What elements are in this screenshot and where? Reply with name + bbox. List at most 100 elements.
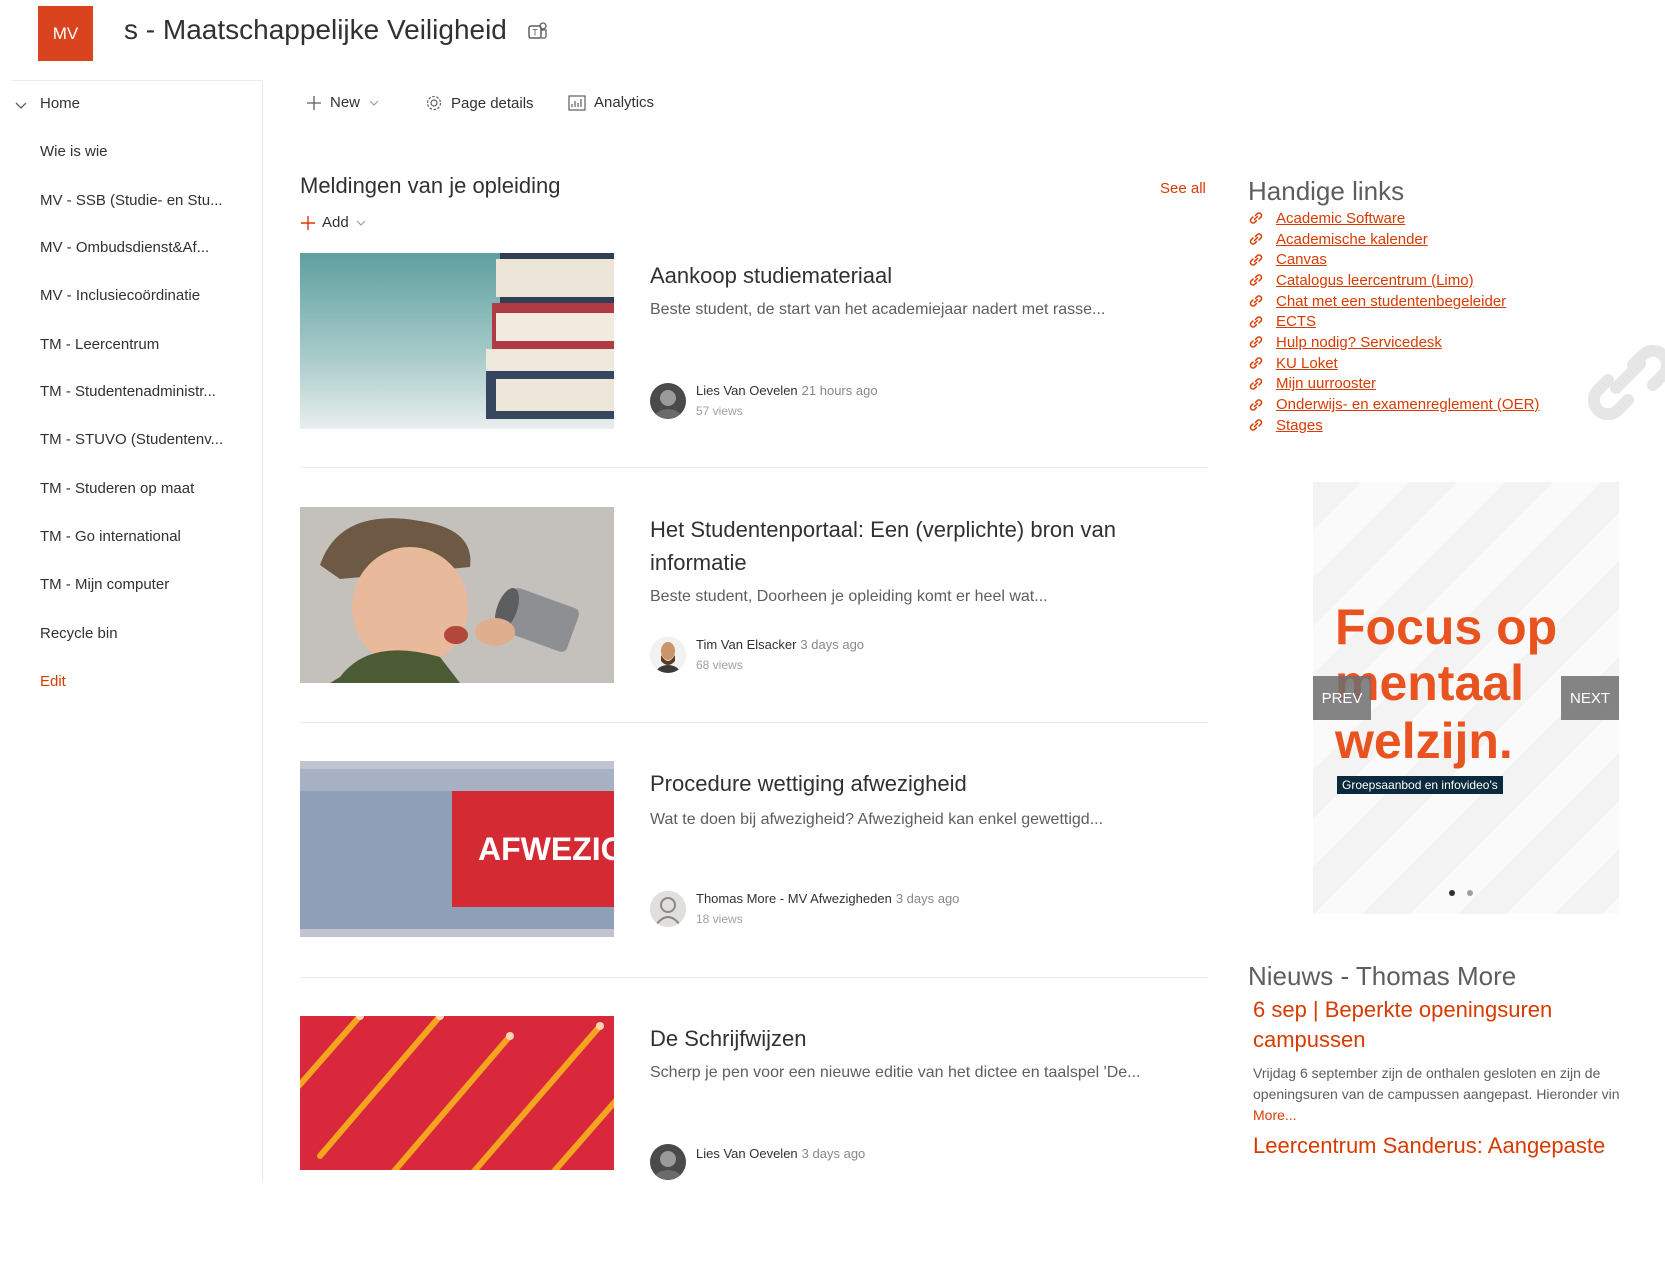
carousel-next-button[interactable]: NEXT xyxy=(1561,676,1619,720)
link-icon xyxy=(1249,254,1263,266)
carousel-headline-line1: Focus op xyxy=(1335,599,1558,655)
add-news-button[interactable]: Add xyxy=(300,214,367,231)
nav-edit-link[interactable]: Edit xyxy=(40,673,66,690)
carousel-prev-button[interactable]: PREV xyxy=(1313,676,1371,720)
analytics-button[interactable]: Analytics xyxy=(568,94,654,111)
link-watermark-icon xyxy=(1587,344,1665,420)
quicklink-item[interactable]: KU Loket xyxy=(1248,353,1539,374)
site-logo[interactable]: MV xyxy=(38,6,93,61)
quicklink-label[interactable]: Onderwijs- en examenreglement (OER) xyxy=(1276,396,1539,413)
news-title[interactable]: Het Studentenportaal: Een (verplichte) b… xyxy=(650,513,1170,579)
carousel-dot-active[interactable] xyxy=(1449,890,1455,896)
see-all-link[interactable]: See all xyxy=(1160,180,1206,197)
quicklink-item[interactable]: Canvas xyxy=(1248,249,1539,270)
link-icon xyxy=(1249,274,1263,287)
quicklink-label[interactable]: Hulp nodig? Servicedesk xyxy=(1276,334,1442,351)
author-name: Thomas More - MV Afwezigheden xyxy=(696,891,892,906)
chevron-down-icon xyxy=(356,220,366,226)
author-name: Tim Van Elsacker xyxy=(696,637,797,652)
plus-icon xyxy=(301,215,315,230)
news-title[interactable]: De Schrijfwijzen xyxy=(650,1022,1170,1055)
quicklink-label[interactable]: Mijn uurrooster xyxy=(1276,375,1376,392)
thumb-text: AFWEZIG xyxy=(478,831,614,867)
link-icon xyxy=(1249,295,1263,307)
link-icon xyxy=(1249,212,1263,225)
left-navigation: Home Wie is wie MV - SSB (Studie- en Stu… xyxy=(12,80,263,1181)
chevron-down-icon xyxy=(369,100,379,106)
news-item[interactable]: Aankoop studiemateriaal Beste student, d… xyxy=(300,253,1208,507)
description-line-2: openingsuren van de campussen aangepast.… xyxy=(1253,1086,1620,1102)
quicklink-item[interactable]: Mijn uurrooster xyxy=(1248,374,1539,395)
nav-item-tm-leercentrum[interactable]: TM - Leercentrum xyxy=(40,336,159,353)
quicklink-item[interactable]: ECTS xyxy=(1248,311,1539,332)
page-details-label: Page details xyxy=(451,94,534,112)
page-details-button[interactable]: Page details xyxy=(425,94,534,112)
external-news-item-title[interactable]: 6 sep | Beperkte openingsuren campussen xyxy=(1253,995,1633,1055)
chevron-down-icon[interactable] xyxy=(14,99,28,113)
quicklinks-title: Handige links xyxy=(1248,176,1405,206)
gear-icon xyxy=(426,95,442,111)
quicklink-item[interactable]: Academische kalender xyxy=(1248,229,1539,250)
nav-item-tm-stuvo[interactable]: TM - STUVO (Studentenv... xyxy=(40,431,223,448)
new-button[interactable]: New xyxy=(306,94,380,111)
nav-item-home[interactable]: Home xyxy=(40,95,80,112)
author-avatar xyxy=(650,383,686,419)
nav-item-recycle-bin[interactable]: Recycle bin xyxy=(40,625,118,642)
carousel-dot[interactable] xyxy=(1467,890,1473,896)
quicklink-label[interactable]: Stages xyxy=(1276,417,1323,434)
divider xyxy=(300,977,1208,978)
description-line-1: Vrijdag 6 september zijn de onthalen ges… xyxy=(1253,1065,1601,1081)
news-item[interactable]: De Schrijfwijzen Scherp je pen voor een … xyxy=(300,1016,1208,1270)
teams-icon[interactable]: T xyxy=(526,20,548,42)
quicklink-label[interactable]: ECTS xyxy=(1276,313,1316,330)
author-name: Lies Van Oevelen xyxy=(696,383,798,398)
quicklink-label[interactable]: Academic Software xyxy=(1276,210,1405,227)
nav-item-mv-inclusiecoordinatie[interactable]: MV - Inclusiecoördinatie xyxy=(40,287,200,304)
quicklink-item[interactable]: Catalogus leercentrum (Limo) xyxy=(1248,270,1539,291)
quicklinks-list: Academic Software Academische kalender C… xyxy=(1248,208,1539,436)
news-time: 21 hours ago xyxy=(801,383,878,398)
quicklink-label[interactable]: KU Loket xyxy=(1276,355,1338,372)
author-avatar-placeholder xyxy=(650,891,686,927)
analytics-label: Analytics xyxy=(594,94,655,111)
quicklink-item[interactable]: Stages xyxy=(1248,415,1539,436)
news-thumbnail-boy-tin-can[interactable] xyxy=(300,507,614,683)
quicklink-item[interactable]: Academic Software xyxy=(1248,208,1539,229)
link-icon xyxy=(1249,233,1263,245)
external-news-more-link[interactable]: More... xyxy=(1253,1107,1297,1123)
nav-item-tm-go-international[interactable]: TM - Go international xyxy=(40,528,181,545)
quicklink-label[interactable]: Academische kalender xyxy=(1276,231,1428,248)
plus-icon xyxy=(307,95,321,110)
quicklink-item[interactable]: Chat met een studentenbegeleider xyxy=(1248,291,1539,312)
add-label: Add xyxy=(322,214,349,231)
nav-item-wie-is-wie[interactable]: Wie is wie xyxy=(40,143,108,160)
news-description: Wat te doen bij afwezigheid? Afwezigheid… xyxy=(650,811,1104,828)
site-title[interactable]: s - Maatschappelijke Veiligheid xyxy=(124,14,507,46)
news-thumbnail-afwezig[interactable]: AFWEZIG xyxy=(300,761,614,937)
image-carousel[interactable]: Focus op mentaal welzijn. Groepsaanbod e… xyxy=(1313,482,1619,914)
quicklink-label[interactable]: Canvas xyxy=(1276,251,1327,268)
quicklink-label[interactable]: Chat met een studentenbegeleider xyxy=(1276,293,1506,310)
svg-text:T: T xyxy=(532,28,538,38)
news-title[interactable]: Aankoop studiemateriaal xyxy=(650,259,1170,292)
nav-item-tm-mijn-computer[interactable]: TM - Mijn computer xyxy=(40,576,169,593)
external-news-item-title[interactable]: Leercentrum Sanderus: Aangepaste xyxy=(1253,1131,1633,1161)
nav-item-mv-ssb[interactable]: MV - SSB (Studie- en Stu... xyxy=(40,192,223,209)
news-time: 3 days ago xyxy=(895,891,960,906)
carousel-pager xyxy=(1449,890,1473,896)
nav-item-tm-studentenadministratie[interactable]: TM - Studentenadministr... xyxy=(40,383,216,400)
quicklink-item[interactable]: Hulp nodig? Servicedesk xyxy=(1248,332,1539,353)
news-thumbnail-pencils[interactable] xyxy=(300,1016,614,1170)
nav-item-mv-ombudsdienst[interactable]: MV - Ombudsdienst&Af... xyxy=(40,239,209,256)
link-icon xyxy=(1249,316,1263,328)
news-thumbnail-books[interactable] xyxy=(300,253,614,429)
news-views: 57 views xyxy=(696,404,743,418)
nav-item-tm-studeren-op-maat[interactable]: TM - Studeren op maat xyxy=(40,480,194,497)
news-description: Beste student, Doorheen je opleiding kom… xyxy=(650,588,1048,605)
quicklink-label[interactable]: Catalogus leercentrum (Limo) xyxy=(1276,272,1474,289)
news-time: 3 days ago xyxy=(800,637,865,652)
news-title[interactable]: Procedure wettiging afwezigheid xyxy=(650,767,1170,800)
quicklink-item[interactable]: Onderwijs- en examenreglement (OER) xyxy=(1248,394,1539,415)
link-icon xyxy=(1249,398,1263,411)
news-author: Thomas More - MV Afwezigheden 3 days ago xyxy=(696,891,959,906)
